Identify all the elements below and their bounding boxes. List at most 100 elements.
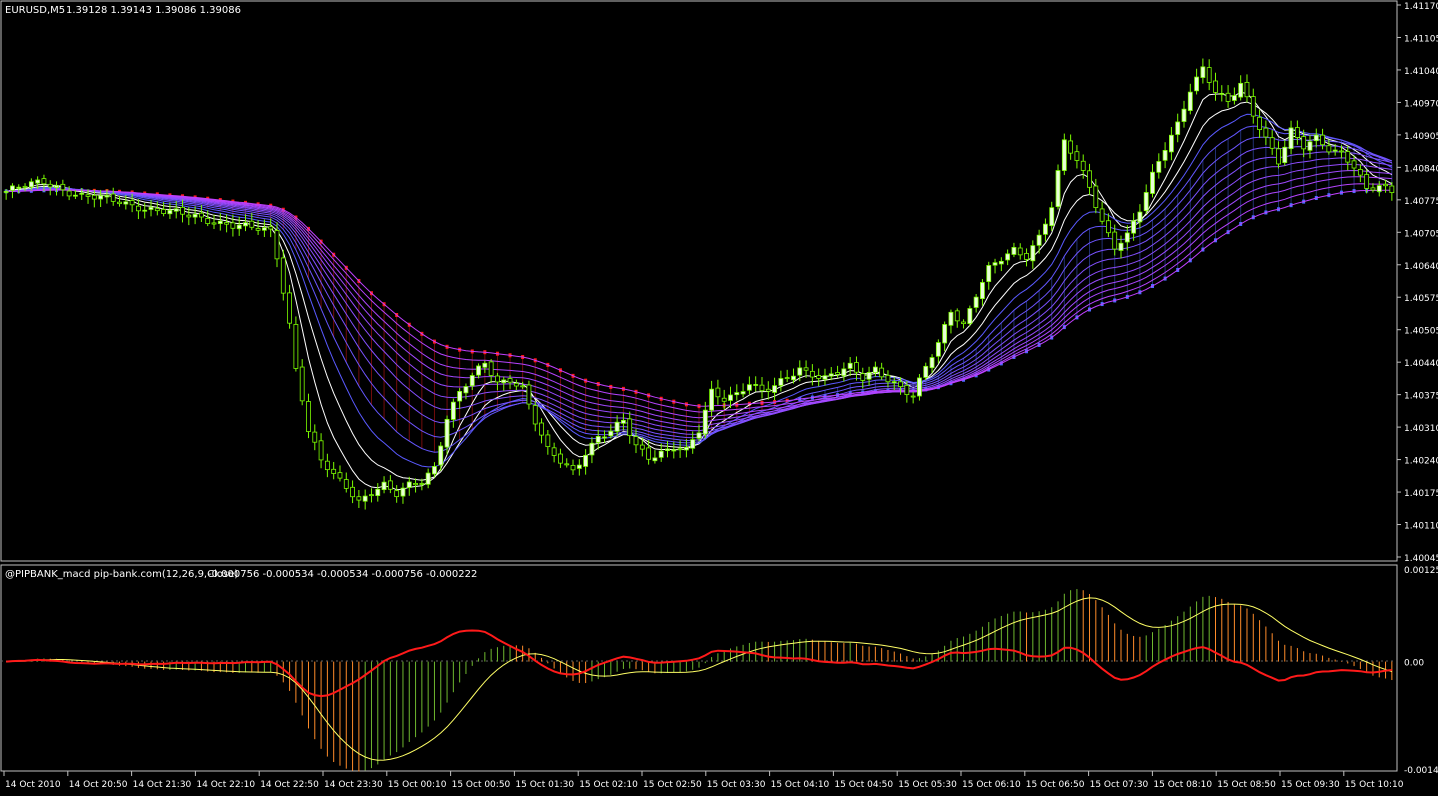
candle-body: [532, 405, 538, 425]
candle-body: [765, 388, 771, 392]
time-tick-label: 15 Oct 04:10: [771, 780, 830, 790]
candle-body: [608, 430, 614, 437]
candle-body: [866, 372, 872, 380]
ohlc-values: 1.39128 1.39143 1.39086 1.39086: [66, 5, 241, 16]
candle-body: [369, 494, 374, 497]
candle-body: [772, 385, 777, 393]
candle-body: [299, 366, 305, 402]
candle-body: [413, 483, 418, 486]
candle-body: [1213, 80, 1218, 93]
candle-body: [1112, 231, 1118, 250]
time-tick-label: 15 Oct 02:10: [579, 780, 638, 790]
candle-body: [362, 495, 368, 502]
candle-body: [646, 447, 652, 460]
candle-body: [444, 418, 450, 448]
candle-body: [73, 194, 78, 197]
candle-body: [1357, 169, 1363, 176]
candle-body: [41, 178, 47, 185]
candle-body: [910, 395, 916, 398]
symbol-title: EURUSD,M5: [5, 5, 65, 16]
candle-body: [1206, 67, 1212, 83]
candle-body: [110, 193, 116, 202]
candle-body: [1219, 93, 1225, 95]
candle-body: [1231, 95, 1237, 101]
candle-body: [551, 447, 557, 456]
candle-body: [1313, 134, 1319, 142]
candle-body: [677, 448, 683, 451]
candle-body: [167, 209, 173, 215]
candle-body: [709, 388, 714, 411]
candle-body: [236, 224, 242, 230]
candle-body: [356, 496, 362, 501]
candle-body: [1087, 170, 1092, 188]
time-tick-label: 15 Oct 05:30: [898, 780, 957, 790]
candle-body: [274, 230, 280, 260]
candle-body: [759, 384, 765, 392]
candle-body: [885, 374, 891, 383]
candle-body: [860, 373, 866, 381]
price-tick-label: 1.41170: [1404, 2, 1438, 12]
candle-body: [419, 483, 425, 485]
candle-body: [268, 226, 274, 230]
candle-body: [614, 421, 620, 432]
candle-body: [199, 212, 204, 218]
candle-body: [306, 401, 311, 432]
candle-body: [1124, 232, 1130, 243]
candle-body: [1187, 91, 1193, 111]
price-tick-label: 1.40705: [1404, 229, 1438, 239]
candle-body: [1257, 116, 1262, 130]
candle-body: [1383, 183, 1388, 187]
candle-body: [1225, 92, 1231, 102]
candle-body: [904, 384, 910, 396]
price-tick-label: 1.41105: [1404, 34, 1438, 44]
candle-body: [488, 361, 494, 376]
candle-body: [1194, 76, 1199, 92]
macd-title: @PIPBANK_macd pip-bank.com(12,26,9,Close…: [5, 569, 238, 580]
price-tick-label: 1.40175: [1404, 489, 1438, 499]
candle-body: [734, 392, 740, 396]
price-tick-label: 1.40970: [1404, 99, 1438, 109]
candle-body: [715, 387, 721, 398]
candle-body: [1055, 170, 1061, 207]
candle-body: [324, 460, 330, 471]
candle-body: [696, 432, 702, 439]
candle-body: [1049, 207, 1055, 227]
time-tick-label: 14 Oct 23:30: [324, 780, 383, 790]
candle-body: [526, 384, 532, 405]
candle-body: [136, 205, 141, 212]
candle-body: [129, 200, 135, 206]
candle-body: [318, 440, 324, 461]
candle-body: [872, 366, 878, 374]
candle-body: [476, 365, 481, 376]
candle-body: [967, 308, 973, 324]
price-tick-label: 1.40505: [1404, 327, 1438, 337]
candle-body: [85, 194, 91, 197]
time-tick-label: 14 Oct 2010: [5, 780, 61, 790]
time-tick-label: 15 Oct 09:30: [1281, 780, 1340, 790]
candle-body: [1011, 247, 1017, 255]
candle-body: [942, 324, 948, 344]
price-tick-label: 1.40640: [1404, 262, 1438, 272]
candle-body: [753, 384, 759, 386]
candle-body: [186, 214, 192, 218]
candle-body: [1364, 174, 1370, 189]
candle-body: [583, 454, 589, 467]
price-tick-label: 1.40905: [1404, 132, 1438, 142]
candle-body: [633, 436, 639, 446]
price-tick-label: 1.40240: [1404, 457, 1438, 467]
price-tick-label: 1.40775: [1404, 197, 1438, 207]
candle-body: [835, 372, 840, 375]
candle-body: [432, 466, 437, 475]
candle-body: [293, 324, 299, 369]
candle-body: [161, 209, 167, 214]
candle-body: [482, 362, 488, 368]
candle-body: [104, 195, 110, 198]
candle-body: [406, 481, 412, 488]
macd-tick-label: -0.00145: [1404, 766, 1438, 776]
time-tick-label: 14 Oct 21:30: [133, 780, 192, 790]
candle-body: [721, 397, 727, 402]
candle-body: [1024, 253, 1029, 260]
candle-body: [576, 464, 582, 469]
price-tick-label: 1.40310: [1404, 424, 1438, 434]
time-tick-label: 15 Oct 08:50: [1217, 780, 1276, 790]
